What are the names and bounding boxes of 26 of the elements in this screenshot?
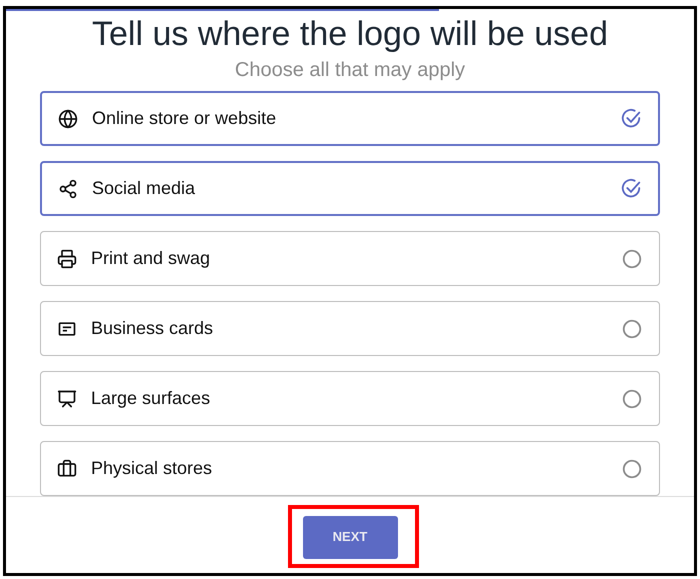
share-icon	[58, 178, 78, 198]
radio-circle-icon	[621, 318, 643, 340]
easel-icon	[57, 388, 77, 408]
option-label: Online store or website	[92, 107, 278, 130]
option-card[interactable]: Print and swag	[40, 231, 660, 286]
option-label: Physical stores	[91, 457, 214, 480]
option-label: Business cards	[91, 317, 214, 340]
radio-circle-icon	[621, 388, 643, 410]
radio-circle-icon	[621, 248, 643, 270]
globe-icon	[58, 108, 78, 128]
option-card[interactable]: Social media	[40, 161, 660, 216]
option-card[interactable]: Large surfaces	[40, 371, 660, 426]
option-card[interactable]: Business cards	[40, 301, 660, 356]
page-subtitle: Choose all that may apply	[234, 58, 466, 83]
option-label: Large surfaces	[91, 387, 212, 410]
option-card[interactable]: Physical stores	[40, 441, 660, 496]
option-label: Social media	[92, 177, 196, 200]
next-button[interactable]: NEXT	[302, 516, 398, 558]
option-card[interactable]: Online store or website	[40, 91, 660, 146]
briefcase-icon	[57, 458, 77, 478]
check-circle-icon	[620, 178, 642, 200]
radio-circle-icon	[621, 458, 643, 480]
printer-icon	[57, 248, 77, 268]
option-label: Print and swag	[91, 247, 212, 270]
page-title: Tell us where the logo will be used	[92, 14, 608, 55]
check-circle-icon	[620, 108, 642, 130]
